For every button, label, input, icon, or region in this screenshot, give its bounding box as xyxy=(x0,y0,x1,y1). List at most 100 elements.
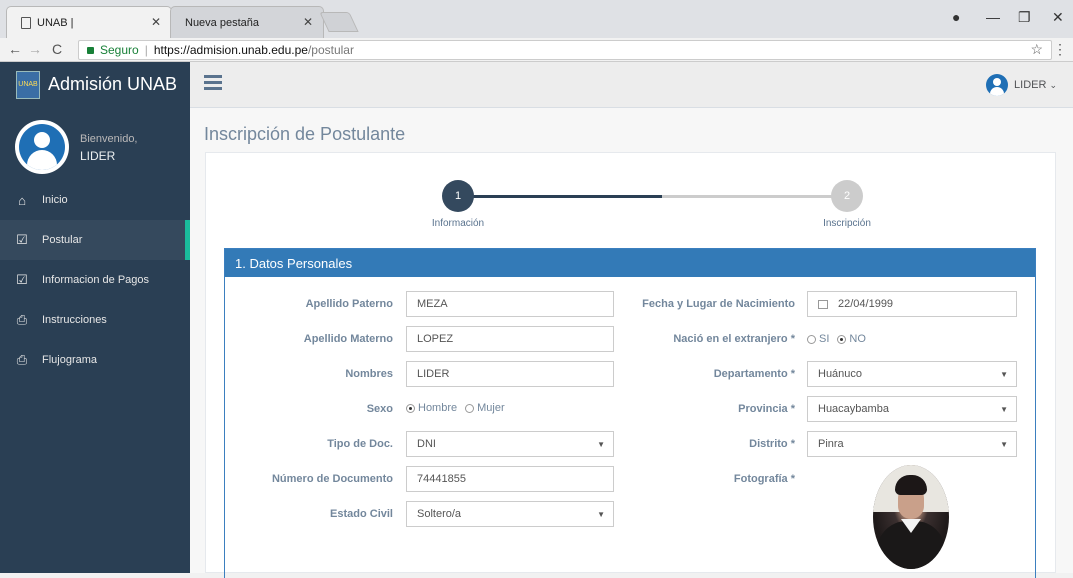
url-host: https://admision.unab.edu.pe xyxy=(153,43,308,57)
extranjero-radio-group: SI NO xyxy=(807,333,874,345)
security-label: Seguro xyxy=(100,43,139,57)
pdf-icon: ⎙ xyxy=(16,352,28,367)
page-icon xyxy=(21,16,31,29)
minimize-icon[interactable]: — xyxy=(986,9,1000,25)
estado-civil-select[interactable]: Soltero/a ▼ xyxy=(406,501,614,527)
unab-logo-icon: UNAB xyxy=(16,70,40,99)
sexo-radio-group: Hombre Mujer xyxy=(406,402,513,414)
sidebar-item-label: Instrucciones xyxy=(42,314,107,326)
sidebar-item-pagos[interactable]: ☑ Informacion de Pagos xyxy=(0,260,190,300)
personal-data-form: 1. Datos Personales Apellido Paterno MEZ… xyxy=(224,248,1036,578)
top-navbar: LIDER ⌄ xyxy=(190,62,1073,108)
back-arrow-icon[interactable]: ← xyxy=(8,41,22,57)
browser-tab-inactive[interactable]: Nueva pestaña ✕ xyxy=(170,6,324,38)
extranjero-si-option[interactable]: SI xyxy=(807,333,829,345)
user-icon xyxy=(19,124,65,170)
sexo-hombre-option[interactable]: Hombre xyxy=(406,402,457,414)
sidebar-item-label: Postular xyxy=(42,234,83,246)
url-input[interactable]: Seguro | https://admision.unab.edu.pe /p… xyxy=(78,40,1052,60)
nombres-input[interactable]: LIDER xyxy=(406,361,614,387)
welcome-text: Bienvenido, xyxy=(80,133,138,145)
sidebar-item-label: Informacion de Pagos xyxy=(42,274,150,286)
apellido-materno-input[interactable]: LOPEZ xyxy=(406,326,614,352)
sexo-mujer-option[interactable]: Mujer xyxy=(465,402,505,414)
browser-tab-active[interactable]: UNAB | ✕ xyxy=(6,6,172,38)
fecha-value: 22/04/1999 xyxy=(838,298,894,310)
provincia-label: Provincia * xyxy=(738,403,795,415)
user-icon xyxy=(986,74,1009,96)
tipo-doc-value: DNI xyxy=(417,438,436,450)
nombres-label: Nombres xyxy=(345,368,393,380)
fotografia-label: Fotografía * xyxy=(733,473,795,485)
avatar xyxy=(15,120,69,174)
chevron-down-icon: ▼ xyxy=(1000,405,1008,414)
sexo-label: Sexo xyxy=(366,403,393,415)
numero-doc-label: Número de Documento xyxy=(271,473,393,485)
main-content: Inscripción de Postulante 1 2 Informació… xyxy=(190,108,1073,578)
step-pending-line xyxy=(662,195,856,198)
chevron-down-icon: ▼ xyxy=(1000,370,1008,379)
chevron-down-icon: ▼ xyxy=(597,510,605,519)
browser-menu-icon[interactable]: ⋮ xyxy=(1053,41,1067,58)
pdf-icon: ⎙ xyxy=(16,312,28,327)
extranjero-label: Nació en el extranjero * xyxy=(673,333,795,345)
bookmark-star-icon[interactable]: ☆ xyxy=(1030,41,1043,58)
departamento-select[interactable]: Huánuco ▼ xyxy=(807,361,1017,387)
address-bar-row: ← → C Seguro | https://admision.unab.edu… xyxy=(0,38,1073,62)
calendar-icon xyxy=(818,299,828,309)
restore-icon[interactable]: ❐ xyxy=(1018,9,1031,26)
tab-title: UNAB | xyxy=(37,16,74,29)
chevron-down-icon: ▼ xyxy=(597,440,605,449)
close-window-icon[interactable]: ✕ xyxy=(1052,9,1064,26)
brand-title: Admisión UNAB xyxy=(48,74,178,94)
sidebar-item-flujograma[interactable]: ⎙ Flujograma xyxy=(0,340,190,380)
apellido-materno-label: Apellido Materno xyxy=(303,333,393,345)
apellido-paterno-label: Apellido Paterno xyxy=(305,298,393,310)
sidebar-item-postular[interactable]: ☑ Postular xyxy=(0,220,190,260)
radio-unselected[interactable] xyxy=(465,403,475,413)
user-dropdown[interactable]: LIDER ⌄ xyxy=(986,74,1057,96)
step-1-circle[interactable]: 1 xyxy=(442,180,474,212)
profile-block: Bienvenido, LIDER xyxy=(0,108,190,180)
sidebar-item-label: Flujograma xyxy=(42,354,98,366)
applicant-photo[interactable] xyxy=(873,465,949,569)
close-tab-icon[interactable]: ✕ xyxy=(151,15,161,29)
fecha-label: Fecha y Lugar de Nacimiento xyxy=(642,298,795,310)
sidebar: UNAB Admisión UNAB Bienvenido, LIDER ⌂ I… xyxy=(0,62,190,573)
departamento-value: Huánuco xyxy=(818,368,863,380)
fecha-input[interactable]: 22/04/1999 xyxy=(807,291,1017,317)
chevron-down-icon: ⌄ xyxy=(1049,79,1057,90)
checkbox-edit-icon: ☑ xyxy=(16,232,28,247)
new-tab-button[interactable] xyxy=(319,12,359,32)
page-title: Inscripción de Postulante xyxy=(204,124,406,144)
reload-icon[interactable]: C xyxy=(52,41,62,57)
estado-civil-value: Soltero/a xyxy=(417,508,462,520)
wizard-panel: 1 2 Información Inscripción 1. Datos Per… xyxy=(205,152,1056,578)
numero-doc-input[interactable]: 74441855 xyxy=(406,466,614,492)
sidebar-item-label: Inicio xyxy=(42,194,68,206)
tipo-doc-label: Tipo de Doc. xyxy=(327,438,393,450)
apellido-paterno-input[interactable]: MEZA xyxy=(406,291,614,317)
step-2-circle[interactable]: 2 xyxy=(831,180,863,212)
sidebar-item-instrucciones[interactable]: ⎙ Instrucciones xyxy=(0,300,190,340)
sidebar-item-inicio[interactable]: ⌂ Inicio xyxy=(0,180,190,220)
menu-toggle-icon[interactable] xyxy=(204,75,222,93)
radio-unselected[interactable] xyxy=(807,334,816,344)
departamento-label: Departamento * xyxy=(713,368,795,380)
username: LIDER xyxy=(80,149,116,163)
provincia-value: Huacaybamba xyxy=(818,403,889,415)
radio-selected[interactable] xyxy=(406,403,415,413)
radio-selected[interactable] xyxy=(837,334,847,344)
forward-arrow-icon[interactable]: → xyxy=(28,41,42,57)
url-separator: | xyxy=(144,43,148,57)
extranjero-no-option[interactable]: NO xyxy=(837,333,866,345)
step-1-label: Información xyxy=(431,218,485,229)
brand[interactable]: UNAB Admisión UNAB xyxy=(0,62,190,108)
profile-icon[interactable]: ● xyxy=(952,9,960,25)
distrito-value: Pinra xyxy=(818,438,844,450)
close-tab-icon[interactable]: ✕ xyxy=(303,15,313,29)
provincia-select[interactable]: Huacaybamba ▼ xyxy=(807,396,1017,422)
estado-civil-label: Estado Civil xyxy=(330,508,393,520)
tipo-doc-select[interactable]: DNI ▼ xyxy=(406,431,614,457)
distrito-select[interactable]: Pinra ▼ xyxy=(807,431,1017,457)
